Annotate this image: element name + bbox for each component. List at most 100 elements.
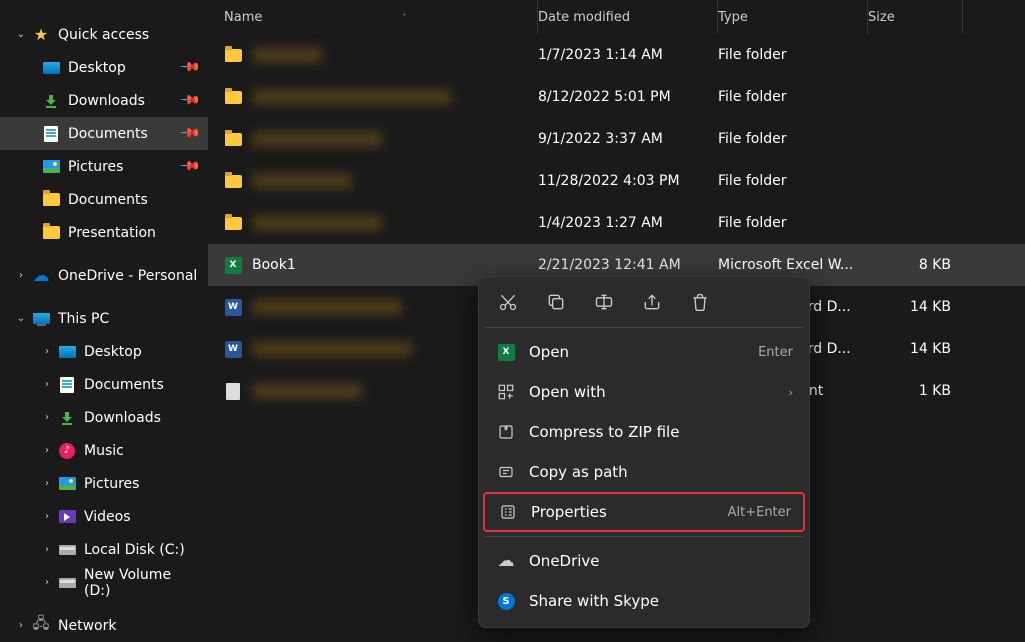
folder-icon bbox=[42, 224, 60, 242]
file-date: 11/28/2022 4:03 PM bbox=[538, 173, 718, 189]
open-with-icon bbox=[495, 383, 517, 401]
sidebar-item-pc-desktop[interactable]: › Desktop bbox=[0, 335, 208, 368]
menu-item-copy-as-path[interactable]: Copy as path bbox=[483, 452, 805, 492]
sidebar-item-onedrive[interactable]: › ☁ OneDrive - Personal bbox=[0, 259, 208, 292]
sidebar-item-pictures[interactable]: Pictures 📌 bbox=[0, 150, 208, 183]
file-name-redacted bbox=[252, 131, 382, 147]
file-name-redacted bbox=[252, 47, 322, 63]
folder-icon bbox=[224, 88, 242, 106]
menu-item-compress-zip[interactable]: Compress to ZIP file bbox=[483, 412, 805, 452]
sidebar-item-label: Documents bbox=[84, 377, 198, 393]
file-size: 14 KB bbox=[868, 299, 963, 315]
divider bbox=[485, 327, 803, 328]
sidebar-item-desktop[interactable]: Desktop 📌 bbox=[0, 51, 208, 84]
sidebar-item-presentation[interactable]: Presentation bbox=[0, 216, 208, 249]
shortcut-hint: Alt+Enter bbox=[728, 505, 791, 520]
sidebar-item-new-volume-d[interactable]: › New Volume (D:) bbox=[0, 566, 208, 599]
file-date: 2/21/2023 12:41 AM bbox=[538, 257, 718, 273]
file-type: File folder bbox=[718, 131, 868, 147]
menu-item-share-skype[interactable]: S Share with Skype bbox=[483, 581, 805, 621]
menu-item-open-with[interactable]: Open with › bbox=[483, 372, 805, 412]
folder-icon bbox=[42, 191, 60, 209]
download-icon bbox=[58, 409, 76, 427]
sort-ascending-icon: ˄ bbox=[402, 13, 406, 22]
file-name-redacted bbox=[252, 89, 452, 105]
file-date: 1/4/2023 1:27 AM bbox=[538, 215, 718, 231]
copy-path-icon bbox=[495, 463, 517, 481]
sidebar-item-pc-videos[interactable]: › Videos bbox=[0, 500, 208, 533]
chevron-right-icon: › bbox=[14, 270, 28, 281]
sidebar-item-local-disk-c[interactable]: › Local Disk (C:) bbox=[0, 533, 208, 566]
file-type: File folder bbox=[718, 89, 868, 105]
chevron-right-icon: › bbox=[40, 346, 54, 357]
chevron-right-icon: › bbox=[40, 412, 54, 423]
sidebar-item-label: Music bbox=[84, 443, 198, 459]
word-icon: W bbox=[224, 298, 242, 316]
sidebar-item-label: Videos bbox=[84, 509, 198, 525]
navigation-pane: ⌄ ★ Quick access Desktop 📌 Downloads 📌 D… bbox=[0, 0, 208, 634]
sidebar-item-label: Pictures bbox=[84, 476, 198, 492]
sidebar-item-label: Documents bbox=[68, 192, 198, 208]
videos-icon bbox=[58, 508, 76, 526]
copy-icon[interactable] bbox=[545, 291, 567, 313]
cut-icon[interactable] bbox=[497, 291, 519, 313]
divider bbox=[485, 536, 803, 537]
file-row[interactable]: 1/7/2023 1:14 AMFile folder bbox=[208, 34, 1025, 76]
sidebar-item-pc-music[interactable]: › ♪ Music bbox=[0, 434, 208, 467]
sidebar-item-label: Network bbox=[58, 618, 198, 634]
desktop-icon bbox=[58, 343, 76, 361]
sidebar-item-label: Local Disk (C:) bbox=[84, 542, 198, 558]
file-name-redacted bbox=[252, 341, 412, 357]
menu-item-open[interactable]: X Open Enter bbox=[483, 332, 805, 372]
document-icon bbox=[42, 125, 60, 143]
sidebar-item-downloads[interactable]: Downloads 📌 bbox=[0, 84, 208, 117]
sidebar-item-quick-access[interactable]: ⌄ ★ Quick access bbox=[0, 18, 208, 51]
sidebar-item-label: Documents bbox=[68, 126, 182, 142]
sidebar-item-documents-folder[interactable]: Documents bbox=[0, 183, 208, 216]
star-icon: ★ bbox=[32, 26, 50, 44]
chevron-right-icon: › bbox=[40, 445, 54, 456]
skype-icon: S bbox=[495, 593, 517, 610]
share-icon[interactable] bbox=[641, 291, 663, 313]
sidebar-item-pc-documents[interactable]: › Documents bbox=[0, 368, 208, 401]
column-header-name[interactable]: Name ˄ bbox=[208, 0, 538, 34]
file-row[interactable]: 1/4/2023 1:27 AMFile folder bbox=[208, 202, 1025, 244]
file-row[interactable]: 9/1/2022 3:37 AMFile folder bbox=[208, 118, 1025, 160]
delete-icon[interactable] bbox=[689, 291, 711, 313]
folder-icon bbox=[224, 172, 242, 190]
document-icon bbox=[58, 376, 76, 394]
column-header-type[interactable]: Type bbox=[718, 0, 868, 34]
chevron-down-icon: ⌄ bbox=[14, 29, 28, 40]
sidebar-item-label: Downloads bbox=[68, 93, 182, 109]
sidebar-item-this-pc[interactable]: ⌄ This PC bbox=[0, 302, 208, 335]
excel-icon: X bbox=[224, 256, 242, 274]
sidebar-item-network[interactable]: › 🖧 Network bbox=[0, 609, 208, 642]
word-icon: W bbox=[224, 340, 242, 358]
sidebar-item-label: Downloads bbox=[84, 410, 198, 426]
sidebar-item-documents[interactable]: Documents 📌 bbox=[0, 117, 208, 150]
column-header-date[interactable]: Date modified bbox=[538, 0, 718, 34]
menu-item-properties[interactable]: Properties Alt+Enter bbox=[483, 492, 805, 532]
file-list-pane: Name ˄ Date modified Type Size 1/7/2023 … bbox=[208, 0, 1025, 634]
file-date: 9/1/2022 3:37 AM bbox=[538, 131, 718, 147]
file-row[interactable]: 11/28/2022 4:03 PMFile folder bbox=[208, 160, 1025, 202]
file-size: 1 KB bbox=[868, 383, 963, 399]
file-type: Microsoft Excel W... bbox=[718, 257, 868, 273]
txt-icon bbox=[224, 382, 242, 400]
chevron-right-icon: › bbox=[14, 620, 28, 631]
excel-icon: X bbox=[495, 344, 517, 361]
sidebar-item-pc-downloads[interactable]: › Downloads bbox=[0, 401, 208, 434]
folder-icon bbox=[224, 46, 242, 64]
chevron-right-icon: › bbox=[789, 386, 793, 399]
chevron-right-icon: › bbox=[40, 511, 54, 522]
pin-icon: 📌 bbox=[179, 89, 201, 111]
sidebar-item-label: Pictures bbox=[68, 159, 182, 175]
column-header-size[interactable]: Size bbox=[868, 0, 963, 34]
file-row[interactable]: 8/12/2022 5:01 PMFile folder bbox=[208, 76, 1025, 118]
rename-icon[interactable] bbox=[593, 291, 615, 313]
file-type: File folder bbox=[718, 47, 868, 63]
menu-item-onedrive[interactable]: ☁ OneDrive bbox=[483, 541, 805, 581]
shortcut-hint: Enter bbox=[758, 345, 793, 360]
sidebar-item-pc-pictures[interactable]: › Pictures bbox=[0, 467, 208, 500]
sidebar-item-label: New Volume (D:) bbox=[84, 567, 198, 599]
